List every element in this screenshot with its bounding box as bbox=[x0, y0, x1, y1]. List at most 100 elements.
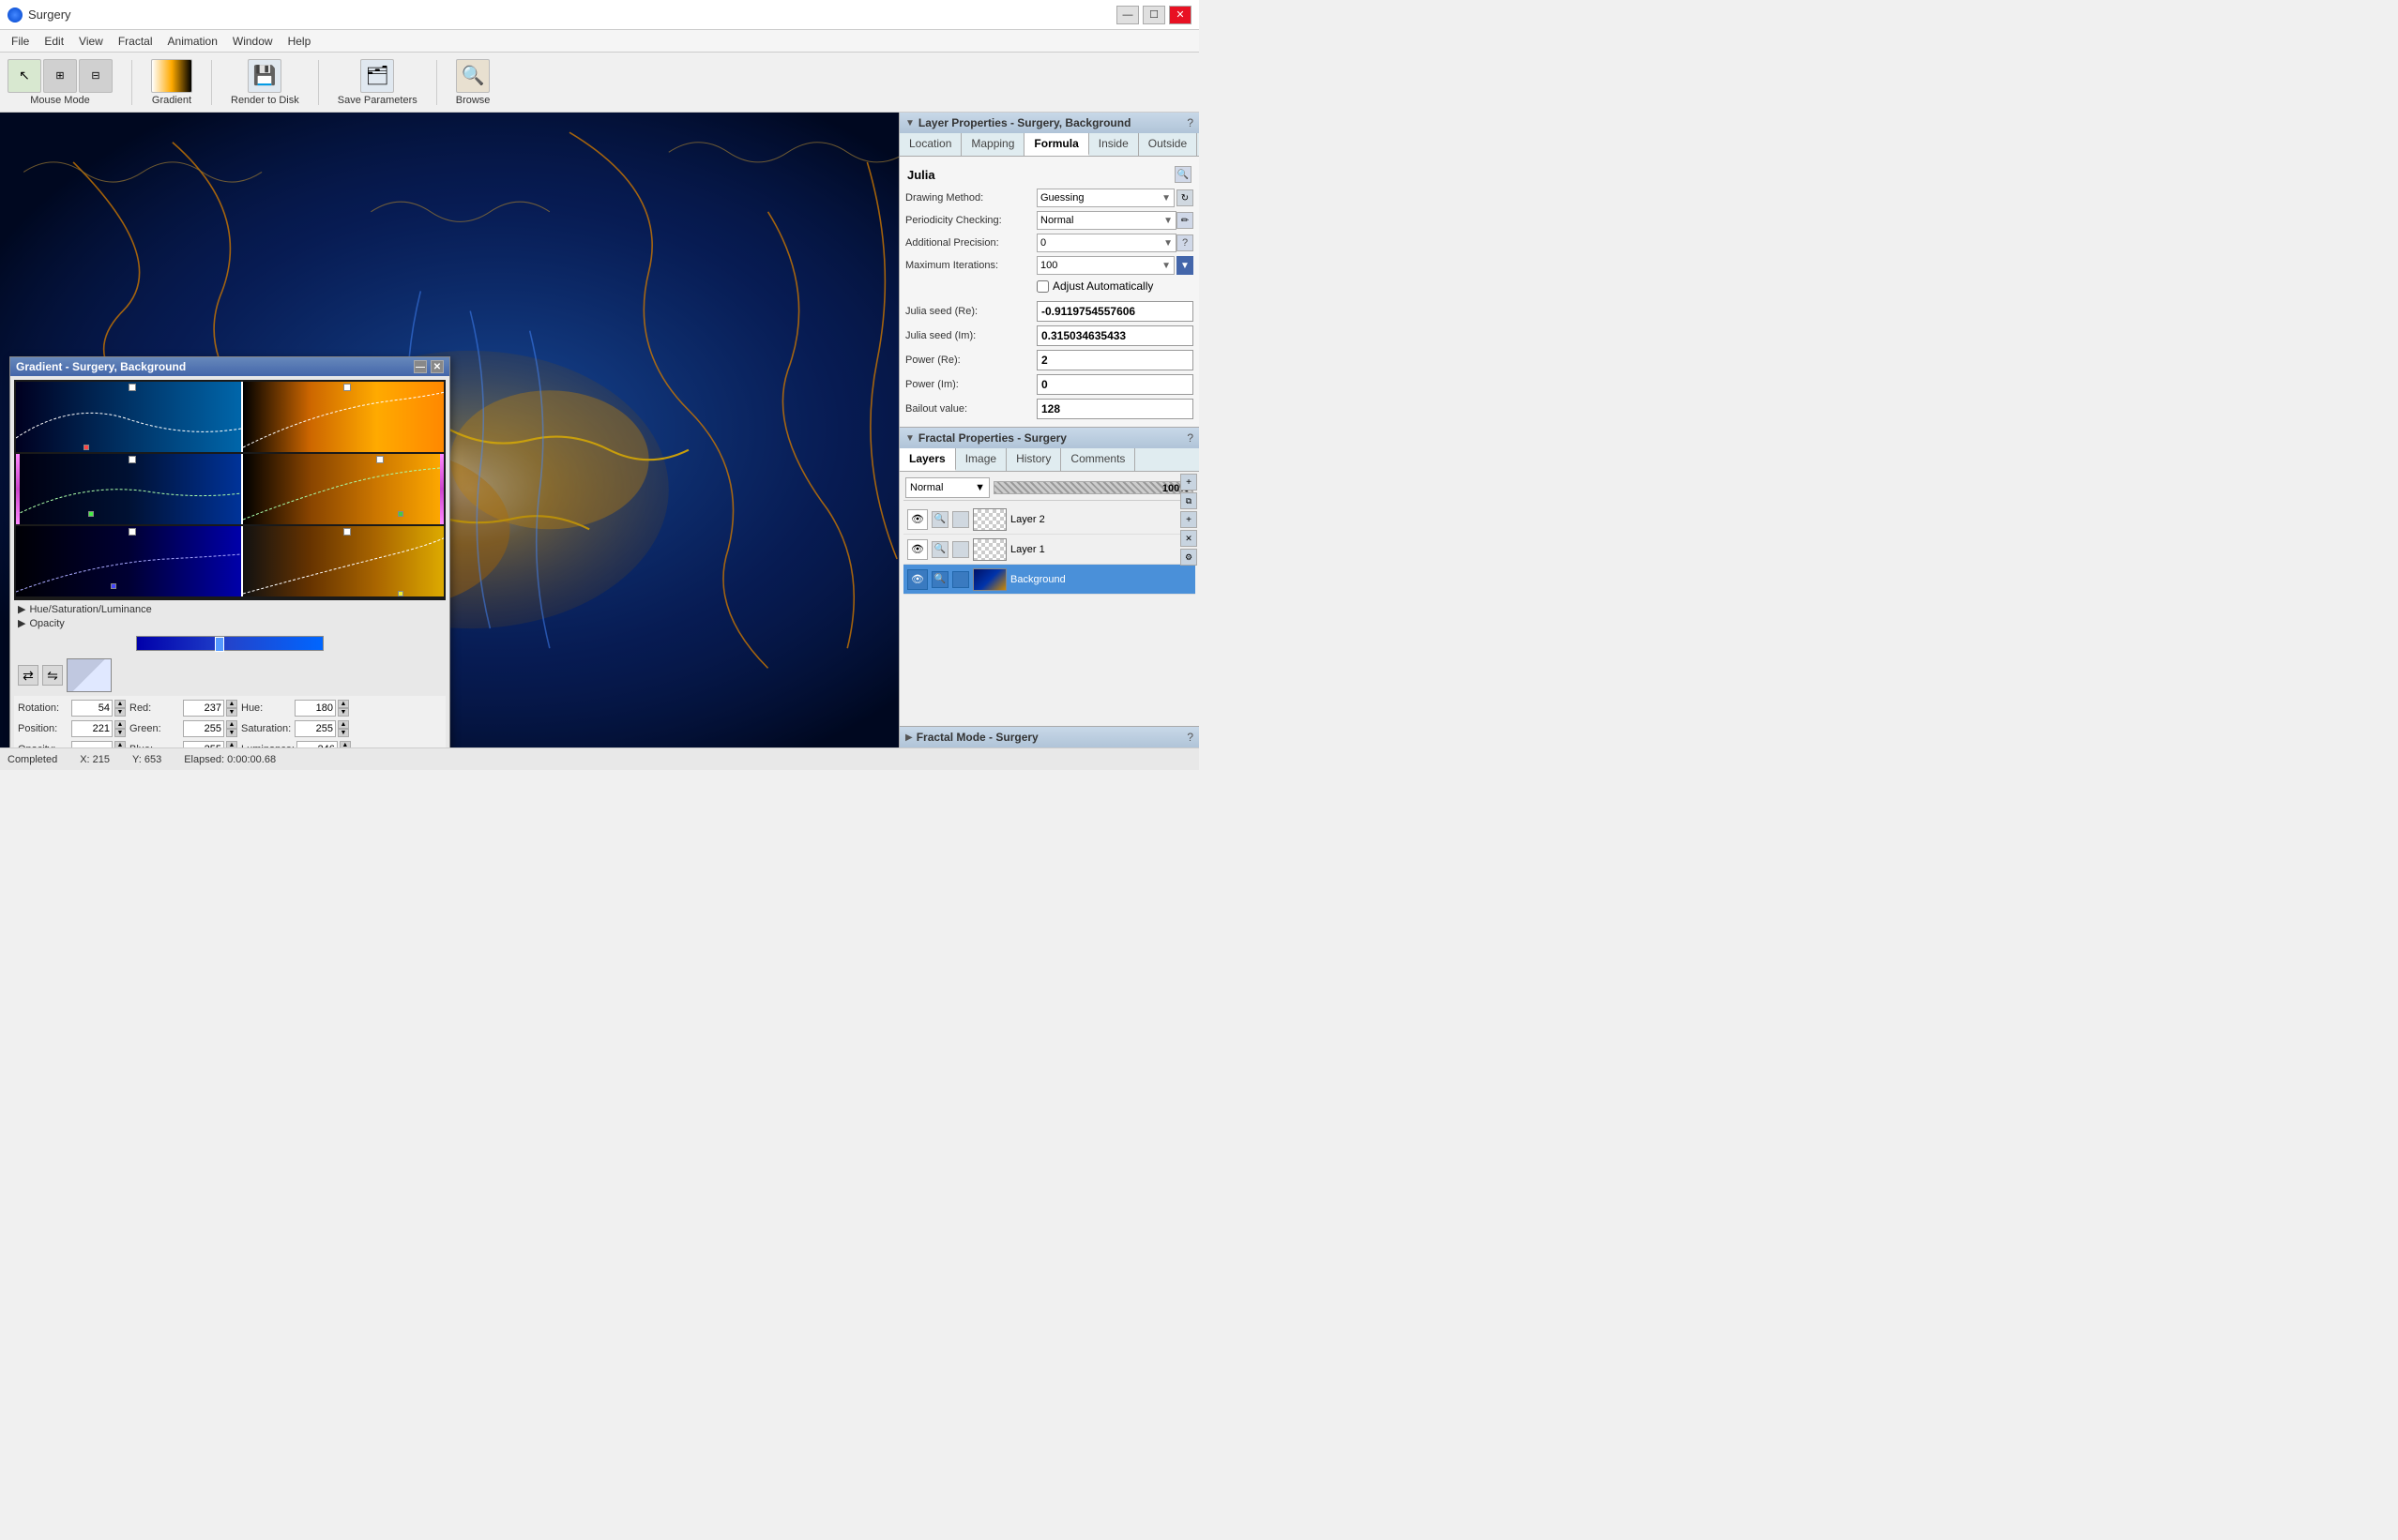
opacity-slider[interactable]: 100% bbox=[994, 481, 1193, 494]
periodicity-edit-btn[interactable]: ✏ bbox=[1176, 212, 1193, 229]
tab-comments[interactable]: Comments bbox=[1061, 448, 1135, 471]
saturation-up[interactable]: ▲ bbox=[338, 720, 349, 729]
layer2-search-btn[interactable]: 🔍 bbox=[932, 511, 949, 528]
position-input[interactable] bbox=[71, 720, 113, 737]
layer-row-background[interactable]: 👁 🔍 Background bbox=[903, 565, 1195, 595]
layer-settings-btn[interactable]: ⚙ bbox=[1180, 549, 1197, 566]
tab-location[interactable]: Location bbox=[900, 133, 962, 156]
select-tool-button[interactable]: ↖ bbox=[8, 59, 41, 93]
background-lock-btn[interactable] bbox=[952, 571, 969, 588]
fractal-properties-header[interactable]: ▼ Fractal Properties - Surgery ? bbox=[900, 428, 1199, 448]
gradient-label-hsl[interactable]: ▶ Hue/Saturation/Luminance bbox=[18, 602, 442, 616]
green-up[interactable]: ▲ bbox=[226, 720, 237, 729]
red-down[interactable]: ▼ bbox=[226, 708, 237, 717]
fractal-properties-help[interactable]: ? bbox=[1187, 431, 1193, 445]
background-search-btn[interactable]: 🔍 bbox=[932, 571, 949, 588]
rotation-down[interactable]: ▼ bbox=[114, 708, 126, 717]
rotation-up[interactable]: ▲ bbox=[114, 700, 126, 708]
add-layer-btn[interactable]: + bbox=[1180, 474, 1197, 491]
power-re-input[interactable] bbox=[1037, 350, 1193, 370]
gradient-add-point-btn[interactable]: ⇄ bbox=[18, 665, 38, 686]
formula-search-btn[interactable]: 🔍 bbox=[1175, 166, 1191, 183]
julia-re-input[interactable] bbox=[1037, 301, 1193, 322]
blue-input[interactable] bbox=[183, 741, 224, 747]
red-up[interactable]: ▲ bbox=[226, 700, 237, 708]
menu-animation[interactable]: Animation bbox=[160, 33, 225, 50]
saturation-down[interactable]: ▼ bbox=[338, 729, 349, 737]
zoom-in-tool-button[interactable]: ⊞ bbox=[43, 59, 77, 93]
gradient-delete-point-btn[interactable]: ⇋ bbox=[42, 665, 63, 686]
power-im-input[interactable] bbox=[1037, 374, 1193, 395]
red-input[interactable] bbox=[183, 700, 224, 717]
blue-up[interactable]: ▲ bbox=[226, 741, 237, 747]
saturation-input[interactable] bbox=[295, 720, 336, 737]
menu-help[interactable]: Help bbox=[281, 33, 319, 50]
move-layer-down-btn[interactable]: ✕ bbox=[1180, 530, 1197, 547]
hue-up[interactable]: ▲ bbox=[338, 700, 349, 708]
layer-properties-help[interactable]: ? bbox=[1187, 116, 1193, 129]
duplicate-layer-btn[interactable]: ⧉ bbox=[1180, 492, 1197, 509]
rotation-input[interactable] bbox=[71, 700, 113, 717]
minimize-button[interactable]: — bbox=[1116, 6, 1139, 24]
layer2-lock-btn[interactable] bbox=[952, 511, 969, 528]
tab-formula[interactable]: Formula bbox=[1024, 133, 1088, 156]
precision-help-btn[interactable]: ? bbox=[1176, 234, 1193, 251]
tab-history[interactable]: History bbox=[1007, 448, 1061, 471]
layer-row-layer1[interactable]: 👁 🔍 Layer 1 bbox=[903, 535, 1195, 565]
tab-image[interactable]: Image bbox=[956, 448, 1007, 471]
blend-mode-select[interactable]: Normal ▼ bbox=[905, 477, 990, 498]
fractal-mode-panel[interactable]: ▶ Fractal Mode - Surgery ? bbox=[900, 727, 1199, 747]
green-down[interactable]: ▼ bbox=[226, 729, 237, 737]
hue-input[interactable] bbox=[295, 700, 336, 717]
layer1-visibility-btn[interactable]: 👁 bbox=[907, 539, 928, 560]
maximize-button[interactable]: ☐ bbox=[1143, 6, 1165, 24]
zoom-out-tool-button[interactable]: ⊟ bbox=[79, 59, 113, 93]
gradient-slider-thumb[interactable] bbox=[215, 637, 224, 652]
gradient-button[interactable] bbox=[151, 59, 192, 93]
menu-view[interactable]: View bbox=[71, 33, 111, 50]
gradient-label-opacity[interactable]: ▶ Opacity bbox=[18, 616, 442, 630]
gradient-ctrl-yellow[interactable] bbox=[398, 591, 403, 596]
iterations-down-btn[interactable]: ▼ bbox=[1176, 256, 1193, 275]
maximum-iterations-select[interactable]: 100 ▼ bbox=[1037, 256, 1175, 275]
layer-properties-header[interactable]: ▼ Layer Properties - Surgery, Background… bbox=[900, 113, 1199, 133]
opacity-input[interactable] bbox=[71, 741, 113, 747]
tab-mapping[interactable]: Mapping bbox=[962, 133, 1024, 156]
luminance-input[interactable] bbox=[296, 741, 338, 747]
layer1-search-btn[interactable]: 🔍 bbox=[932, 541, 949, 558]
tab-layers[interactable]: Layers bbox=[900, 448, 956, 471]
additional-precision-select[interactable]: 0 ▼ bbox=[1037, 234, 1176, 252]
gradient-minimize-btn[interactable]: — bbox=[414, 360, 427, 373]
periodicity-select[interactable]: Normal ▼ bbox=[1037, 211, 1176, 230]
position-down[interactable]: ▼ bbox=[114, 729, 126, 737]
browse-button[interactable]: 🔍 bbox=[456, 59, 490, 93]
opacity-up[interactable]: ▲ bbox=[114, 741, 126, 747]
julia-im-input[interactable] bbox=[1037, 325, 1193, 346]
luminance-up[interactable]: ▲ bbox=[340, 741, 351, 747]
menu-window[interactable]: Window bbox=[225, 33, 281, 50]
layer1-lock-btn[interactable] bbox=[952, 541, 969, 558]
menu-fractal[interactable]: Fractal bbox=[111, 33, 160, 50]
fractal-mode-help[interactable]: ? bbox=[1187, 731, 1193, 744]
drawing-method-refresh[interactable]: ↻ bbox=[1176, 189, 1193, 206]
canvas-area[interactable]: Gradient - Surgery, Background — ✕ bbox=[0, 113, 899, 747]
fractal-canvas[interactable]: Gradient - Surgery, Background — ✕ bbox=[0, 113, 899, 747]
hue-down[interactable]: ▼ bbox=[338, 708, 349, 717]
drawing-method-select[interactable]: Guessing ▼ bbox=[1037, 189, 1175, 207]
save-params-button[interactable]: 🗂 bbox=[360, 59, 394, 93]
position-up[interactable]: ▲ bbox=[114, 720, 126, 729]
background-visibility-btn[interactable]: 👁 bbox=[907, 569, 928, 590]
gradient-close-btn[interactable]: ✕ bbox=[431, 360, 444, 373]
tab-outside[interactable]: Outside bbox=[1139, 133, 1197, 156]
gradient-slider-track[interactable] bbox=[136, 636, 324, 651]
green-input[interactable] bbox=[183, 720, 224, 737]
close-button[interactable]: ✕ bbox=[1169, 6, 1191, 24]
bailout-input[interactable] bbox=[1037, 399, 1193, 419]
move-layer-up-btn[interactable]: + bbox=[1180, 511, 1197, 528]
layer2-visibility-btn[interactable]: 👁 bbox=[907, 509, 928, 530]
layer-row-layer2[interactable]: 👁 🔍 Layer 2 bbox=[903, 505, 1195, 535]
tab-inside[interactable]: Inside bbox=[1089, 133, 1139, 156]
menu-file[interactable]: File bbox=[4, 33, 37, 50]
menu-edit[interactable]: Edit bbox=[37, 33, 71, 50]
adjust-auto-checkbox[interactable] bbox=[1037, 280, 1049, 293]
